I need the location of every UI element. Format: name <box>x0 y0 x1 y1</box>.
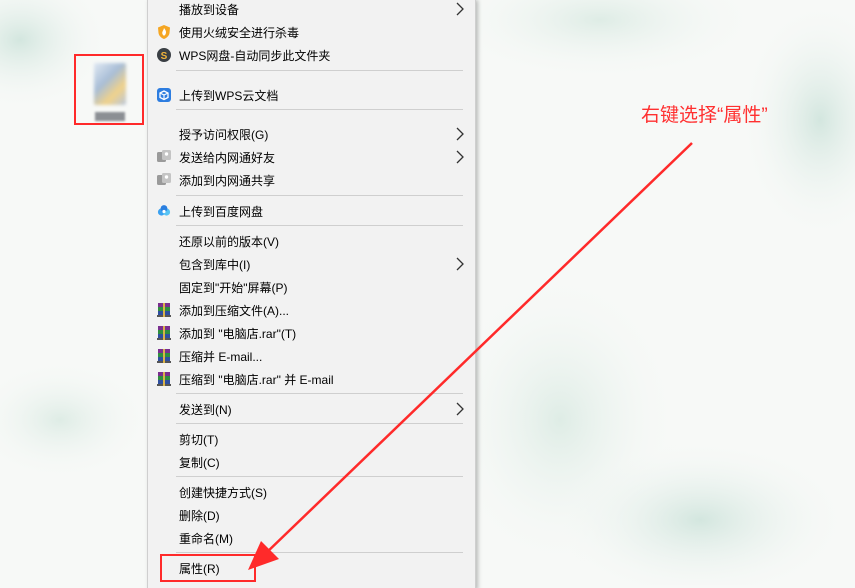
annotation-arrow <box>248 142 693 570</box>
